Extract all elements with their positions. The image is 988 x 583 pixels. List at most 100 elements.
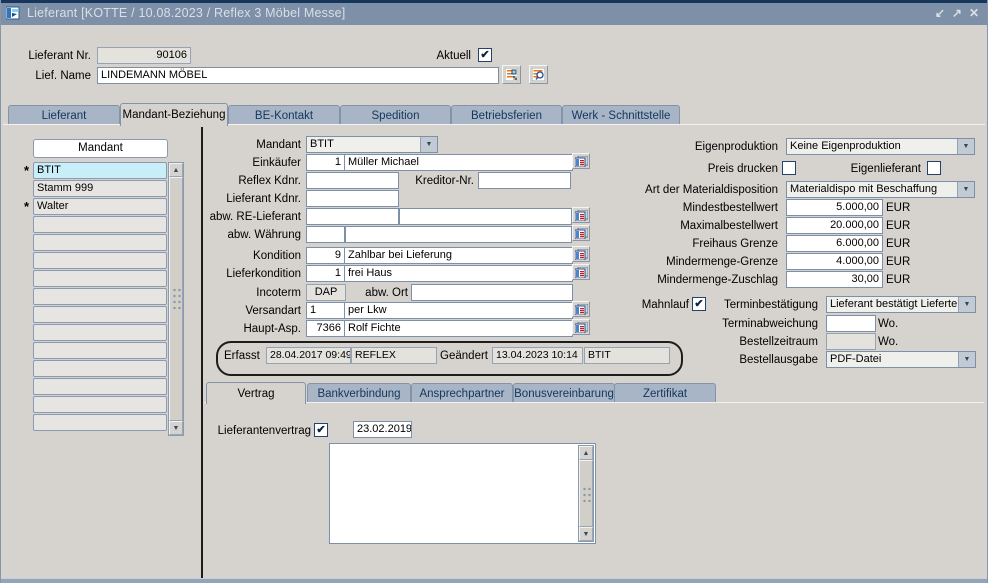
maximize-icon[interactable]: ↗	[952, 5, 962, 21]
subtab-bonusvereinbarung[interactable]: Bonusvereinbarung	[513, 383, 615, 403]
versandart-name-input[interactable]: per Lkw	[344, 302, 573, 319]
mandant-list-item[interactable]	[33, 378, 167, 395]
subtab-vertrag[interactable]: Vertrag	[206, 382, 306, 404]
abw-waehrung-lov-button[interactable]	[572, 225, 590, 241]
einkaeufer-lov-button[interactable]	[572, 153, 590, 169]
freihaus-grenze-input[interactable]: 6.000,00	[786, 235, 883, 252]
mindestbestellwert-input[interactable]: 5.000,00	[786, 199, 883, 216]
mandant-list-item[interactable]	[33, 360, 167, 377]
chevron-down-icon[interactable]: ▼	[957, 139, 974, 154]
mandant-list-item[interactable]: Walter	[33, 198, 167, 215]
list-of-values-icon	[575, 249, 588, 260]
abw-waehrung-code-input[interactable]	[306, 226, 345, 243]
preview-icon	[532, 68, 545, 81]
vertrag-datum-input[interactable]: 23.02.2019	[353, 421, 412, 438]
haupt-asp-nr-input[interactable]: 7366	[306, 320, 345, 337]
mandant-list-item[interactable]: Stamm 999	[33, 180, 167, 197]
incoterm-input[interactable]: DAP	[306, 284, 346, 301]
window-bottom-edge	[1, 578, 987, 583]
terminabweichung-input[interactable]	[826, 315, 876, 332]
terminabweichung-unit: Wo.	[878, 318, 898, 330]
chevron-down-icon[interactable]: ▼	[958, 352, 975, 367]
einkaeufer-name-input[interactable]: Müller Michael	[344, 154, 573, 171]
terminbestaetigung-select[interactable]: Lieferant bestätigt Liefertermin ▼	[826, 296, 976, 313]
notes-scrollbar[interactable]: ▲ ▼	[578, 445, 594, 542]
mandant-list-item[interactable]	[33, 414, 167, 431]
abw-re-lieferant-nr-input[interactable]	[306, 208, 399, 225]
kondition-name-input[interactable]: Zahlbar bei Lieferung	[344, 247, 573, 264]
mandant-list-item[interactable]	[33, 288, 167, 305]
freihaus-grenze-unit: EUR	[886, 238, 910, 250]
scroll-up-icon[interactable]: ▲	[579, 446, 593, 460]
eigenproduktion-select[interactable]: Keine Eigenproduktion ▼	[786, 138, 975, 155]
abw-re-lieferant-label: abw. RE-Lieferant	[181, 211, 301, 223]
tab-spedition[interactable]: Spedition	[340, 105, 451, 125]
eigenlieferant-checkbox[interactable]	[927, 161, 941, 175]
subtab-zertifikat[interactable]: Zertifikat	[614, 383, 716, 403]
close-icon[interactable]: ✕	[969, 5, 979, 21]
subtab-ansprechpartner[interactable]: Ansprechpartner	[411, 383, 513, 403]
subtab-bankverbindung[interactable]: Bankverbindung	[307, 383, 411, 403]
chevron-down-icon[interactable]: ▼	[957, 182, 974, 197]
reflex-kdnr-input[interactable]	[306, 172, 399, 189]
vertrag-notes-textarea[interactable]: ▲ ▼	[329, 443, 596, 544]
kondition-nr-input[interactable]: 9	[306, 247, 345, 264]
mandant-list-item[interactable]	[33, 270, 167, 287]
lief-name-input[interactable]: LINDEMANN MÖBEL	[97, 67, 499, 84]
mandant-list-header[interactable]: Mandant	[33, 139, 168, 158]
abw-ort-input[interactable]	[411, 284, 573, 301]
erfasst-label: Erfasst	[224, 350, 260, 362]
tab-werk-schnittstelle[interactable]: Werk - Schnittstelle	[562, 105, 680, 125]
lieferant-nr-input[interactable]: 90106	[97, 47, 191, 64]
chevron-down-icon[interactable]: ▼	[420, 137, 437, 152]
abw-re-lieferant-lov-button[interactable]	[572, 207, 590, 223]
bestellzeitraum-input[interactable]	[826, 333, 876, 350]
scroll-down-icon[interactable]: ▼	[169, 421, 183, 435]
kondition-lov-button[interactable]	[572, 246, 590, 262]
mandant-select[interactable]: BTIT ▼	[306, 136, 438, 153]
versandart-label: Versandart	[181, 305, 301, 317]
tab-lieferant[interactable]: Lieferant	[8, 105, 120, 125]
mandant-list-item[interactable]	[33, 324, 167, 341]
scrollbar-thumb[interactable]	[579, 460, 593, 527]
haupt-asp-lov-button[interactable]	[572, 319, 590, 335]
haupt-asp-name-input[interactable]: Rolf Fichte	[344, 320, 573, 337]
mandant-list-item[interactable]	[33, 396, 167, 413]
art-materialdispo-select[interactable]: Materialdispo mit Beschaffung ▼	[786, 181, 975, 198]
versandart-lov-button[interactable]	[572, 301, 590, 317]
geaendert-datetime: 13.04.2023 10:14	[492, 347, 583, 364]
mandant-list-item[interactable]	[33, 342, 167, 359]
mandant-list-item[interactable]: BTIT	[33, 162, 167, 179]
lieferkondition-lov-button[interactable]	[572, 264, 590, 280]
tab-betriebsferien[interactable]: Betriebsferien	[451, 105, 562, 125]
minimize-icon[interactable]: ↙	[935, 5, 945, 21]
lieferantenvertrag-checkbox[interactable]: ✔	[314, 423, 328, 437]
kreditor-nr-input[interactable]	[478, 172, 571, 189]
aktuell-checkbox[interactable]: ✔	[478, 48, 492, 62]
bestellausgabe-select[interactable]: PDF-Datei ▼	[826, 351, 976, 368]
mandant-list-item[interactable]	[33, 216, 167, 233]
mindermenge-grenze-input[interactable]: 4.000,00	[786, 253, 883, 270]
lieferkondition-name-input[interactable]: frei Haus	[344, 265, 573, 282]
abw-waehrung-name-input[interactable]	[345, 226, 572, 243]
tab-mandant-beziehung[interactable]: Mandant-Beziehung	[120, 103, 228, 126]
edit-list-button[interactable]	[502, 65, 521, 84]
chevron-down-icon[interactable]: ▼	[958, 297, 975, 312]
mandant-list-item[interactable]	[33, 306, 167, 323]
einkaeufer-nr-input[interactable]: 1	[306, 154, 345, 171]
preview-button[interactable]	[529, 65, 548, 84]
versandart-nr-input[interactable]: 1	[306, 302, 345, 319]
scroll-down-icon[interactable]: ▼	[579, 527, 593, 541]
tab-be-kontakt[interactable]: BE-Kontakt	[228, 105, 340, 125]
preis-drucken-checkbox[interactable]	[782, 161, 796, 175]
lieferant-kdnr-input[interactable]	[306, 190, 399, 207]
mindestbestellwert-unit: EUR	[886, 202, 910, 214]
maximalbestellwert-input[interactable]: 20.000,00	[786, 217, 883, 234]
abw-re-lieferant-name-input[interactable]	[399, 208, 572, 225]
mindermenge-zuschlag-input[interactable]: 30,00	[786, 271, 883, 288]
mandant-list-item[interactable]	[33, 234, 167, 251]
freihaus-grenze-label: Freihaus Grenze	[641, 238, 778, 250]
art-materialdispo-label: Art der Materialdisposition	[601, 184, 778, 196]
lieferkondition-nr-input[interactable]: 1	[306, 265, 345, 282]
mandant-list-item[interactable]	[33, 252, 167, 269]
